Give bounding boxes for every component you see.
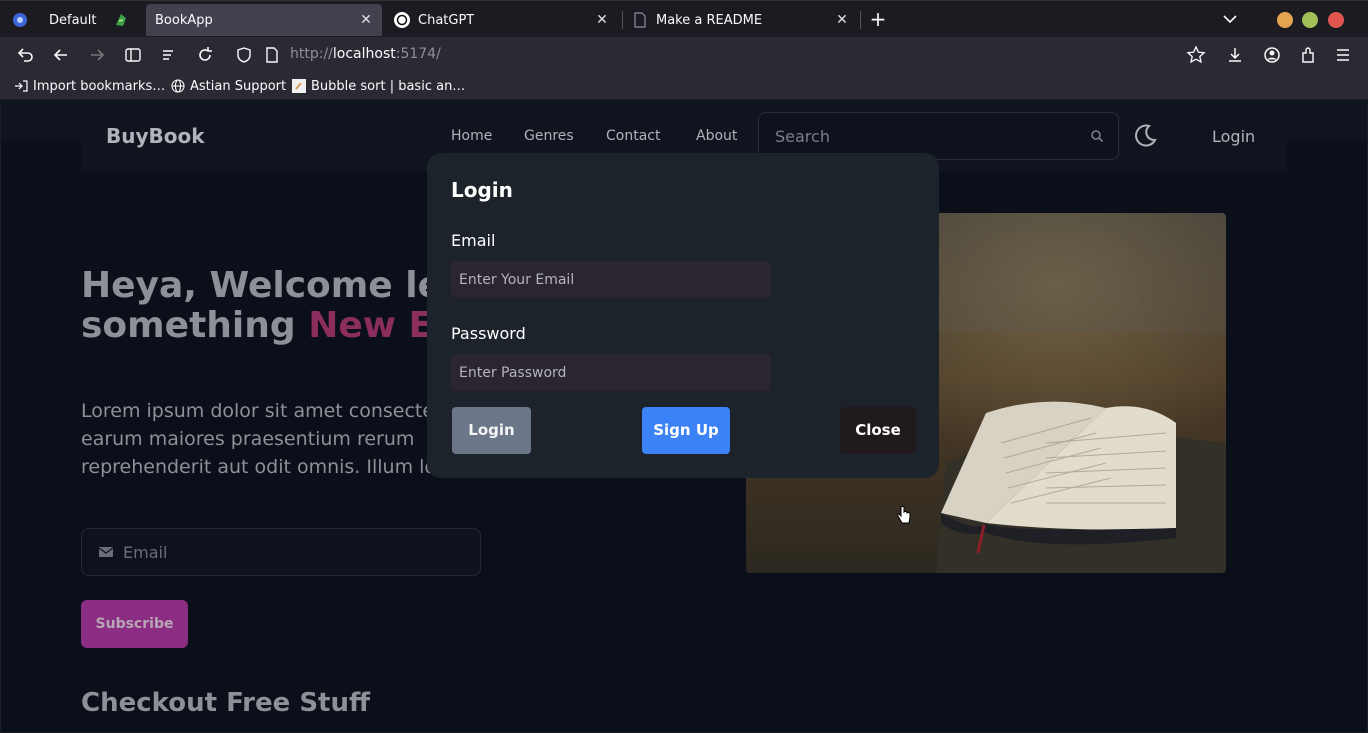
site-brand[interactable]: BuyBook <box>106 124 205 148</box>
tab-bar: Default BookApp ✕ ChatGPT ✕ Make a READM… <box>0 0 1368 37</box>
tab-separator <box>860 11 861 29</box>
sidebar-icon[interactable] <box>123 45 143 65</box>
search-icon[interactable] <box>1090 129 1104 143</box>
hero-title-line1: Heya, Welcome let <box>81 265 460 306</box>
hand-cursor-icon <box>897 506 911 524</box>
import-icon <box>15 80 28 92</box>
tab-label: ChatGPT <box>418 12 475 28</box>
tab-bookapp[interactable]: BookApp ✕ <box>146 4 382 36</box>
email-placeholder: Email <box>123 543 168 562</box>
globe-icon <box>171 79 185 93</box>
extensions-icon[interactable] <box>1298 45 1318 65</box>
newsletter-email-field[interactable]: Email <box>81 528 481 576</box>
nav-contact[interactable]: Contact <box>606 128 660 144</box>
login-link[interactable]: Login <box>1212 127 1255 146</box>
maximize-button[interactable] <box>1302 12 1318 28</box>
chatgpt-logo-icon <box>394 12 410 28</box>
url-rest: :5174/ <box>395 46 441 62</box>
tab-default[interactable]: Default <box>8 4 138 36</box>
page-thumbnail-icon <box>292 79 306 93</box>
close-tab-icon[interactable]: ✕ <box>834 12 850 28</box>
download-icon[interactable] <box>1225 45 1245 65</box>
nav-about[interactable]: About <box>696 128 737 144</box>
bookmark-label: Import bookmarks… <box>33 78 166 94</box>
email-label: Email <box>451 231 496 250</box>
password-field[interactable] <box>451 354 771 391</box>
close-window-button[interactable] <box>1328 12 1344 28</box>
bookmark-star-icon[interactable] <box>1186 45 1206 65</box>
chevron-down-icon[interactable] <box>1221 10 1239 28</box>
extension-icon <box>116 14 126 26</box>
bookmark-bubble-sort[interactable]: Bubble sort | basic an… <box>292 77 465 95</box>
hero-title-line2: something New Ev <box>81 306 459 346</box>
bookmark-astian[interactable]: Astian Support <box>171 77 286 95</box>
hero-title: Heya, Welcome let something New Ev <box>81 266 459 346</box>
undo-icon[interactable] <box>15 45 35 65</box>
minimize-button[interactable] <box>1277 12 1293 28</box>
back-icon[interactable] <box>51 45 71 65</box>
checkout-heading: Checkout Free Stuff <box>81 688 371 718</box>
tab-readme[interactable]: Make a README ✕ <box>626 4 858 36</box>
shield-icon[interactable] <box>234 45 254 65</box>
account-icon[interactable] <box>1262 45 1282 65</box>
document-icon <box>634 12 646 28</box>
menu-icon[interactable] <box>1333 45 1353 65</box>
moon-icon[interactable] <box>1132 123 1158 149</box>
subscribe-button[interactable]: Subscribe <box>81 600 188 648</box>
login-button[interactable]: Login <box>452 407 531 454</box>
signup-button[interactable]: Sign Up <box>642 407 730 454</box>
tab-chatgpt[interactable]: ChatGPT ✕ <box>388 4 618 36</box>
tab-label: Make a README <box>656 12 763 28</box>
nav-genres[interactable]: Genres <box>524 128 574 144</box>
url-scheme: http:// <box>290 46 333 62</box>
bookmark-label: Astian Support <box>190 78 287 94</box>
nav-home[interactable]: Home <box>451 128 492 144</box>
reader-list-icon[interactable] <box>159 45 179 65</box>
url-host: localhost <box>332 46 396 62</box>
page-icon[interactable] <box>262 45 282 65</box>
mail-icon <box>99 547 113 557</box>
new-tab-icon[interactable]: + <box>868 9 888 29</box>
forward-icon[interactable] <box>87 45 107 65</box>
modal-title: Login <box>451 178 513 202</box>
browser-logo-icon <box>13 13 27 27</box>
tab-separator <box>622 11 623 29</box>
navigation-toolbar: http://localhost:5174/ <box>0 37 1368 73</box>
reload-icon[interactable] <box>195 45 215 65</box>
tab-label: Default <box>49 12 97 28</box>
email-field[interactable] <box>451 261 771 298</box>
url-bar[interactable]: http://localhost:5174/ <box>290 46 441 62</box>
bookmark-label: Bubble sort | basic an… <box>311 78 466 94</box>
password-label: Password <box>451 324 526 343</box>
bookmarks-bar: Import bookmarks… Astian Support Bubble … <box>0 73 1368 100</box>
close-tab-icon[interactable]: ✕ <box>594 12 610 28</box>
hero-title-prefix: something <box>81 305 309 346</box>
close-tab-icon[interactable]: ✕ <box>358 12 374 28</box>
bookmark-import[interactable]: Import bookmarks… <box>14 77 165 95</box>
browser-window: Default BookApp ✕ ChatGPT ✕ Make a READM… <box>0 0 1368 733</box>
login-modal: Login Email Password Login Sign Up Close <box>427 153 939 478</box>
close-button[interactable]: Close <box>840 407 916 454</box>
tab-label: BookApp <box>155 12 213 28</box>
